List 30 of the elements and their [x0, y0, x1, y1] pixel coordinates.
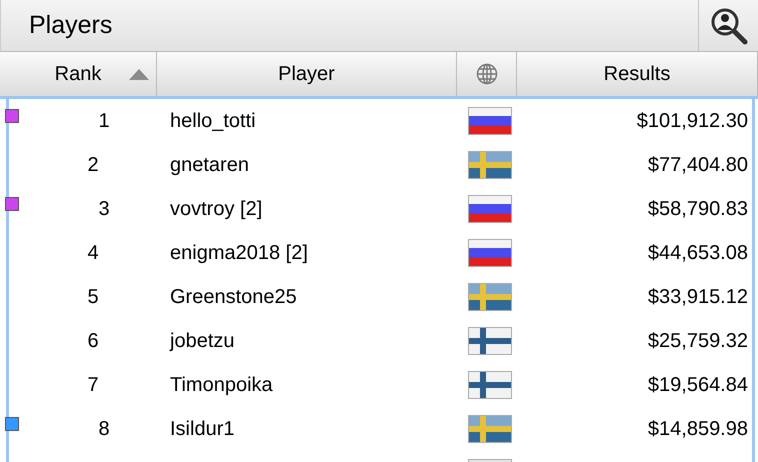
rank-cell: 6	[87, 330, 99, 352]
rank-cell: 7	[87, 374, 99, 396]
player-name: gnetaren	[170, 154, 249, 176]
rank-cell: 8	[98, 418, 110, 440]
column-header[interactable]: Results	[517, 52, 758, 96]
player-name: vovtroy [2]	[170, 198, 262, 220]
result-cell: $77,404.80	[648, 154, 748, 176]
panel-title: Players	[28, 11, 114, 40]
result-cell: $44,653.08	[648, 242, 748, 264]
result-cell: $101,912.30	[636, 110, 748, 132]
rank-cell: 1	[98, 110, 110, 132]
result-cell: $33,915.12	[648, 286, 748, 308]
rank-cell: 2	[87, 154, 99, 176]
result-cell: $58,790.83	[648, 198, 748, 220]
rank-cell: 4	[87, 242, 99, 264]
result-cell: $25,759.32	[648, 330, 748, 352]
rank-cell: 3	[98, 198, 110, 220]
column-header[interactable]: Player	[157, 52, 457, 96]
rank-cell: 5	[87, 286, 99, 308]
player-name: Greenstone25	[170, 286, 297, 308]
player-name: hello_totti	[170, 110, 256, 132]
player-name: Timonpoika	[170, 374, 273, 396]
column-header[interactable]: Rank	[0, 52, 157, 96]
globe-icon	[476, 63, 498, 85]
player-name: jobetzu	[170, 330, 234, 352]
result-cell: $19,564.84	[648, 374, 748, 396]
player-name: enigma2018 [2]	[170, 242, 308, 264]
result-cell: $14,859.98	[648, 418, 748, 440]
search-icon	[708, 6, 748, 46]
player-name: Isildur1	[170, 418, 234, 440]
